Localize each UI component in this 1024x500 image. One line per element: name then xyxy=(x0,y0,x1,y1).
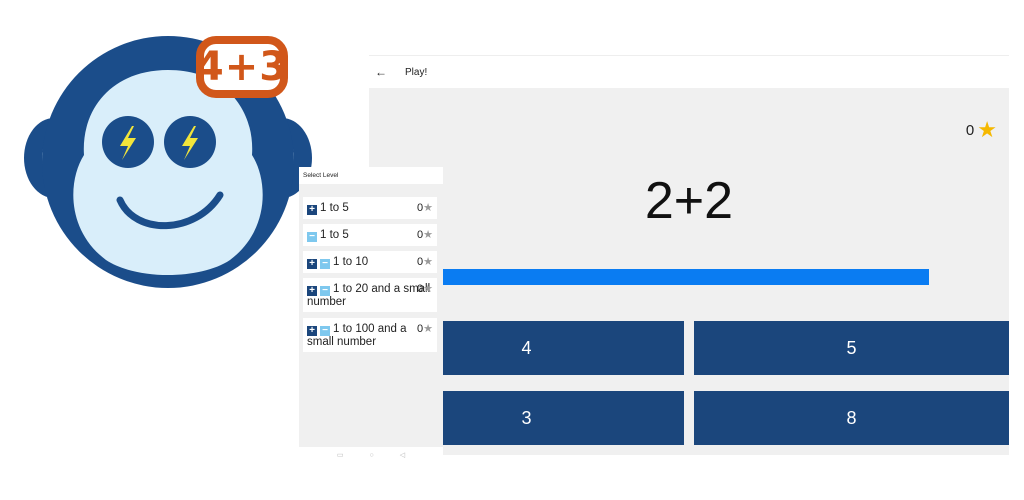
tablet-play-screen: ← Play! 0 ★ 2+2 4 5 3 8 xyxy=(369,55,1009,455)
progress-fill xyxy=(443,269,929,285)
score-value: 0 xyxy=(965,121,975,139)
minus-icon: − xyxy=(320,326,330,336)
recent-apps-icon[interactable]: ▭ xyxy=(337,451,344,459)
level-label: 1 to 5 xyxy=(320,202,349,214)
level-item[interactable]: + −1 to 10 0★ xyxy=(303,251,437,273)
level-score: 0★ xyxy=(417,323,433,336)
level-score: 0★ xyxy=(417,256,433,269)
answer-button-4[interactable]: 8 xyxy=(694,391,1009,445)
plus-icon: + xyxy=(307,259,317,269)
star-icon: ★ xyxy=(423,323,433,335)
math-badge: 4+3 xyxy=(196,36,288,98)
level-item[interactable]: +1 to 5 0★ xyxy=(303,197,437,219)
plus-icon: + xyxy=(307,326,317,336)
back-icon[interactable]: ◁ xyxy=(400,451,405,459)
timer-progress-bar xyxy=(443,269,929,285)
level-label: 1 to 10 xyxy=(333,256,369,268)
level-label: 1 to 5 xyxy=(320,229,349,241)
star-icon: ★ xyxy=(423,202,433,214)
plus-icon: + xyxy=(307,286,317,296)
star-icon: ★ xyxy=(423,283,433,295)
score-display: 0 ★ xyxy=(966,119,997,141)
plus-icon: + xyxy=(307,205,317,215)
level-item[interactable]: + −1 to 100 and a small number 0★ xyxy=(303,318,437,352)
select-level-header: Select Level xyxy=(299,167,443,184)
page-title: Play! xyxy=(405,66,428,78)
home-icon[interactable]: ○ xyxy=(370,452,374,459)
back-arrow-icon[interactable]: ← xyxy=(375,65,391,79)
math-problem: 2+2 xyxy=(644,172,734,230)
minus-icon: − xyxy=(320,259,330,269)
minus-icon: − xyxy=(307,232,317,242)
star-icon: ★ xyxy=(423,256,433,268)
phone-level-select-screen: Select Level +1 to 5 0★ −1 to 5 0★ + −1 to 10… xyxy=(299,167,443,463)
star-icon: ★ xyxy=(423,229,433,241)
minus-icon: − xyxy=(320,286,330,296)
level-item[interactable]: −1 to 5 0★ xyxy=(303,224,437,246)
level-score: 0★ xyxy=(417,229,433,242)
android-nav-bar: ▭ ○ ◁ xyxy=(299,447,443,463)
star-icon: ★ xyxy=(977,117,997,142)
level-score: 0★ xyxy=(417,283,433,296)
level-item[interactable]: + −1 to 20 and a small number 0★ xyxy=(303,278,437,312)
answer-button-2[interactable]: 5 xyxy=(694,321,1009,375)
level-score: 0★ xyxy=(417,202,433,215)
app-bar: ← Play! xyxy=(369,55,1009,88)
